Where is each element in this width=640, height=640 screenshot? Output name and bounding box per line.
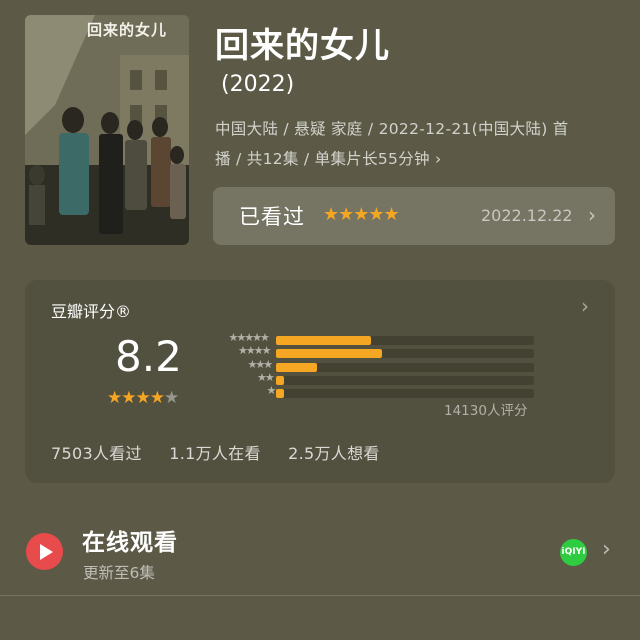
- distribution-row: ★: [210, 384, 535, 399]
- distribution-track: [276, 349, 534, 359]
- distribution-bar: [276, 389, 284, 399]
- distribution-stars: ★★: [257, 370, 275, 384]
- rating-stars-empty: ★: [163, 388, 179, 408]
- distribution-track: [276, 375, 534, 385]
- rating-title: 豆瓣评分®: [51, 302, 132, 321]
- chevron-right-icon: ›: [602, 537, 611, 562]
- watched-label: 已看过: [239, 205, 305, 229]
- chevron-right-icon: ›: [435, 150, 442, 168]
- douban-rating-card[interactable]: 豆瓣评分® › 8.2 ★★★★★ ★★★★★ ★★★★ ★★★ ★★ ★ 14130人…: [25, 280, 615, 483]
- distribution-stars: ★: [266, 384, 277, 398]
- watched-date: 2022.12.22: [481, 206, 573, 225]
- online-watch-row[interactable]: 在线观看 更新至6集 iQIYI ›: [0, 505, 640, 596]
- poster-image[interactable]: 回来的女儿: [25, 15, 189, 245]
- distribution-bar: [276, 336, 372, 345]
- rating-stars-filled: ★★★★: [107, 388, 165, 408]
- online-watch-subtitle: 更新至6集: [83, 564, 155, 582]
- chevron-right-icon[interactable]: ›: [581, 294, 589, 318]
- movie-meta[interactable]: 中国大陆 / 悬疑 家庭 / 2022-12-21(中国大陆) 首 播 / 共1…: [215, 114, 617, 174]
- distribution-track: [276, 336, 534, 345]
- poster-title-text: 回来的女儿: [87, 21, 168, 39]
- meta-line-1: 中国大陆 / 悬疑 家庭 / 2022-12-21(中国大陆) 首: [215, 120, 569, 138]
- distribution-track: [276, 389, 534, 399]
- movie-year: (2022): [221, 72, 295, 97]
- distribution-stars: ★★★: [247, 357, 274, 371]
- rating-stats: 7503人看过 1.1万人在看 2.5万人想看: [51, 440, 402, 464]
- rating-count: 14130人评分: [444, 403, 528, 419]
- distribution-bar: [276, 375, 284, 385]
- user-rating-stars: ★★★★★: [323, 204, 400, 225]
- online-watch-title: 在线观看: [82, 530, 178, 556]
- chevron-right-icon: ›: [588, 203, 596, 227]
- distribution-stars: ★★★★★: [228, 331, 270, 344]
- meta-line-2: 播 / 共12集 / 单集片长55分钟 ›: [215, 144, 617, 174]
- stat-watched[interactable]: 7503人看过: [51, 444, 142, 463]
- distribution-row: ★★: [210, 370, 535, 386]
- distribution-bar: [276, 362, 318, 372]
- distribution-track: [276, 362, 534, 372]
- meta-line-2-text: 播 / 共12集 / 单集片长55分钟: [215, 150, 430, 168]
- rating-score: 8.2: [115, 332, 182, 381]
- stat-wish[interactable]: 2.5万人想看: [288, 444, 380, 463]
- play-icon: [26, 533, 63, 570]
- stat-watching[interactable]: 1.1万人在看: [169, 444, 261, 463]
- distribution-stars: ★★★★: [238, 344, 271, 358]
- movie-title: 回来的女儿: [215, 26, 390, 66]
- iqiyi-icon: iQIYI: [560, 539, 587, 566]
- rating-stars: ★★★★★: [107, 388, 179, 408]
- poster-illustration: [25, 15, 189, 245]
- distribution-bar: [276, 349, 382, 359]
- watched-status-card[interactable]: 已看过 ★★★★★ 2022.12.22 ›: [213, 187, 615, 245]
